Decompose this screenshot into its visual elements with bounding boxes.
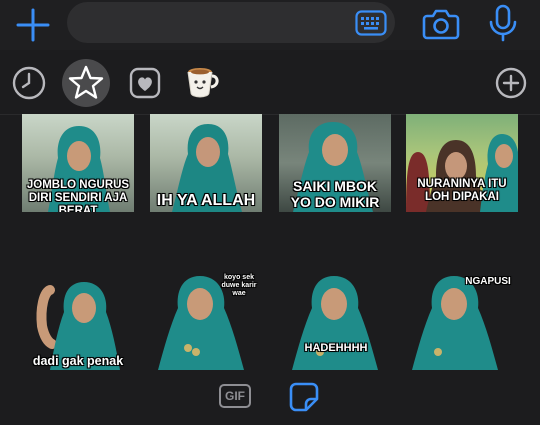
sticker-dadi-gak-penak[interactable]: dadi gak penak [28,278,128,370]
add-pack-icon[interactable] [494,66,528,100]
microphone-icon[interactable] [488,4,518,42]
plus-icon[interactable] [14,6,52,44]
message-input[interactable] [67,2,395,43]
sticker-caption: SAIKI MBOK YO DO MIKIR [290,178,380,211]
coffee-cup-pack-icon[interactable] [184,66,220,98]
sticker-saiki-mbok[interactable]: SAIKI MBOK YO DO MIKIR [279,114,391,212]
media-type-bar: GIF [0,372,540,425]
sticker-pack-tabs [0,52,540,115]
sticker-caption: koyo sek duwe karir wae [221,274,257,298]
sticker-nuraninya[interactable]: NURANINYA ITU LOH DIPAKAI [406,114,518,212]
sticker-caption: HADEHHHH [304,342,368,354]
sticker-jomblo[interactable]: JOMBLO NGURUS DIRI SENDIRI AJA BERAT [22,114,134,212]
sticker-caption: dadi gak penak [32,354,124,368]
sticker-caption: IH YA ALLAH [156,192,256,209]
sticker-caption: JOMBLO NGURUS DIRI SENDIRI AJA BERAT [26,179,130,212]
keyboard-icon[interactable] [355,10,387,36]
sticker-caption: NGAPUSI [465,276,511,287]
heart-icon[interactable] [128,66,162,100]
sticker-hadehhhh[interactable]: HADEHHHH [280,270,392,370]
sticker-ih-ya-allah[interactable]: IH YA ALLAH [150,114,262,212]
woman-hijab-image [292,276,378,370]
tab-favorites-selected[interactable] [62,59,110,107]
camera-icon[interactable] [422,6,460,40]
sticker-koyo-sek-duwe-karir[interactable]: koyo sek duwe karir wae [150,270,262,370]
favorites-star-icon [68,65,104,99]
sticker-icon[interactable] [289,382,319,412]
recent-clock-icon[interactable] [10,64,48,102]
chat-input-bar [0,0,540,50]
gif-button[interactable]: GIF [219,384,251,408]
sticker-ngapusi[interactable]: NGAPUSI [406,270,518,370]
sticker-caption: NURANINYA ITU LOH DIPAKAI [417,178,507,204]
